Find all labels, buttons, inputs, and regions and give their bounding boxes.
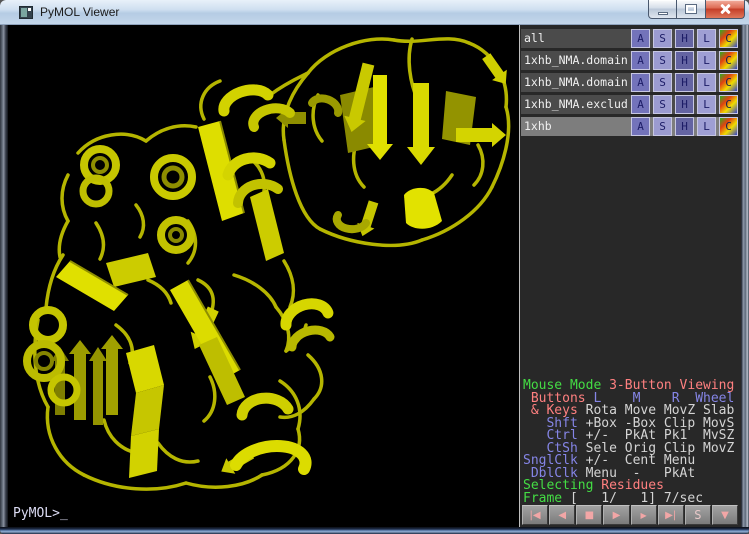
- step-back-icon: ◀: [558, 510, 566, 521]
- scene-icon: S: [694, 508, 701, 522]
- show-button[interactable]: S: [653, 117, 672, 136]
- hide-button[interactable]: H: [675, 95, 694, 114]
- label-button[interactable]: L: [697, 51, 716, 70]
- hide-button[interactable]: H: [675, 117, 694, 136]
- window-border-bottom: [0, 527, 749, 534]
- menu-down-icon: ▼: [721, 510, 729, 521]
- pymol-window: PyMOL Viewer: [0, 0, 749, 534]
- stop-icon: ■: [585, 510, 594, 521]
- hide-button[interactable]: H: [675, 29, 694, 48]
- frame-label: Frame: [523, 491, 562, 506]
- object-name[interactable]: 1xhb_NMA.exclude: [521, 95, 628, 114]
- object-name[interactable]: 1xhb_NMA.domain.: [521, 73, 628, 92]
- action-button[interactable]: A: [631, 117, 650, 136]
- window-border-right: [741, 25, 749, 527]
- action-button[interactable]: A: [631, 29, 650, 48]
- action-button[interactable]: A: [631, 95, 650, 114]
- menu-down-button[interactable]: ▼: [712, 505, 738, 525]
- scene-button[interactable]: S: [685, 505, 711, 525]
- gl-canvas: PyMOL>_ all A S H L C 1xhb_NMA.domain. A…: [8, 25, 741, 527]
- maximize-icon: [686, 5, 696, 13]
- window-controls: [648, 0, 745, 19]
- play-icon: ▶: [613, 510, 621, 521]
- object-row-1xhb: 1xhb A S H L C: [521, 117, 738, 136]
- command-prompt[interactable]: PyMOL>_: [13, 506, 68, 521]
- label-button[interactable]: L: [697, 29, 716, 48]
- label-button[interactable]: L: [697, 95, 716, 114]
- frame-value: [ 1/ 1] 7/sec: [562, 491, 703, 506]
- object-row-1xhb-nma-domain-2: 1xhb_NMA.domain. A S H L C: [521, 73, 738, 92]
- side-panel: all A S H L C 1xhb_NMA.domain. A S H L C…: [519, 25, 741, 527]
- step-forward-icon: ▶: [640, 511, 646, 520]
- maximize-button[interactable]: [677, 0, 706, 19]
- action-button[interactable]: A: [631, 73, 650, 92]
- object-row-all: all A S H L C: [521, 29, 738, 48]
- beta-sheets-layer: [51, 51, 513, 479]
- titlebar[interactable]: PyMOL Viewer: [0, 0, 749, 25]
- mouse-mode-panel: Mouse Mode 3-Button Viewing Buttons L M …: [523, 380, 740, 505]
- close-icon: [719, 4, 731, 14]
- skip-to-start-button[interactable]: |◀: [522, 505, 548, 525]
- skip-to-end-button[interactable]: ▶|: [658, 505, 684, 525]
- playback-controls: |◀ ◀ ■ ▶ ▶ ▶| S ▼: [522, 505, 739, 526]
- show-button[interactable]: S: [653, 95, 672, 114]
- object-list: all A S H L C 1xhb_NMA.domain. A S H L C…: [521, 29, 738, 139]
- play-button[interactable]: ▶: [603, 505, 629, 525]
- color-button[interactable]: C: [719, 95, 738, 114]
- window-title: PyMOL Viewer: [40, 5, 119, 19]
- label-button[interactable]: L: [697, 117, 716, 136]
- skip-to-end-icon: ▶|: [665, 510, 676, 521]
- action-button[interactable]: A: [631, 51, 650, 70]
- label-button[interactable]: L: [697, 73, 716, 92]
- minimize-icon: [658, 12, 668, 15]
- frame-line: Frame [ 1/ 1] 7/sec: [523, 493, 740, 506]
- app-icon: [19, 6, 33, 19]
- viewport-3d[interactable]: PyMOL>_: [8, 25, 519, 527]
- color-button[interactable]: C: [719, 73, 738, 92]
- stop-button[interactable]: ■: [576, 505, 602, 525]
- close-button[interactable]: [706, 0, 745, 19]
- color-button[interactable]: C: [719, 29, 738, 48]
- show-button[interactable]: S: [653, 73, 672, 92]
- window-border-left: [0, 25, 8, 527]
- object-name[interactable]: 1xhb_NMA.domain.: [521, 51, 628, 70]
- object-row-1xhb-nma-domain-1: 1xhb_NMA.domain. A S H L C: [521, 51, 738, 70]
- color-button[interactable]: C: [719, 51, 738, 70]
- skip-to-start-icon: |◀: [530, 510, 541, 521]
- show-button[interactable]: S: [653, 29, 672, 48]
- object-row-1xhb-nma-exclude: 1xhb_NMA.exclude A S H L C: [521, 95, 738, 114]
- minimize-button[interactable]: [648, 0, 677, 19]
- hide-button[interactable]: H: [675, 73, 694, 92]
- hide-button[interactable]: H: [675, 51, 694, 70]
- object-name[interactable]: 1xhb: [521, 117, 628, 136]
- color-button[interactable]: C: [719, 117, 738, 136]
- show-button[interactable]: S: [653, 51, 672, 70]
- object-name[interactable]: all: [521, 29, 628, 48]
- step-back-button[interactable]: ◀: [549, 505, 575, 525]
- molecule-ribbon: [8, 25, 519, 527]
- step-forward-button[interactable]: ▶: [631, 505, 657, 525]
